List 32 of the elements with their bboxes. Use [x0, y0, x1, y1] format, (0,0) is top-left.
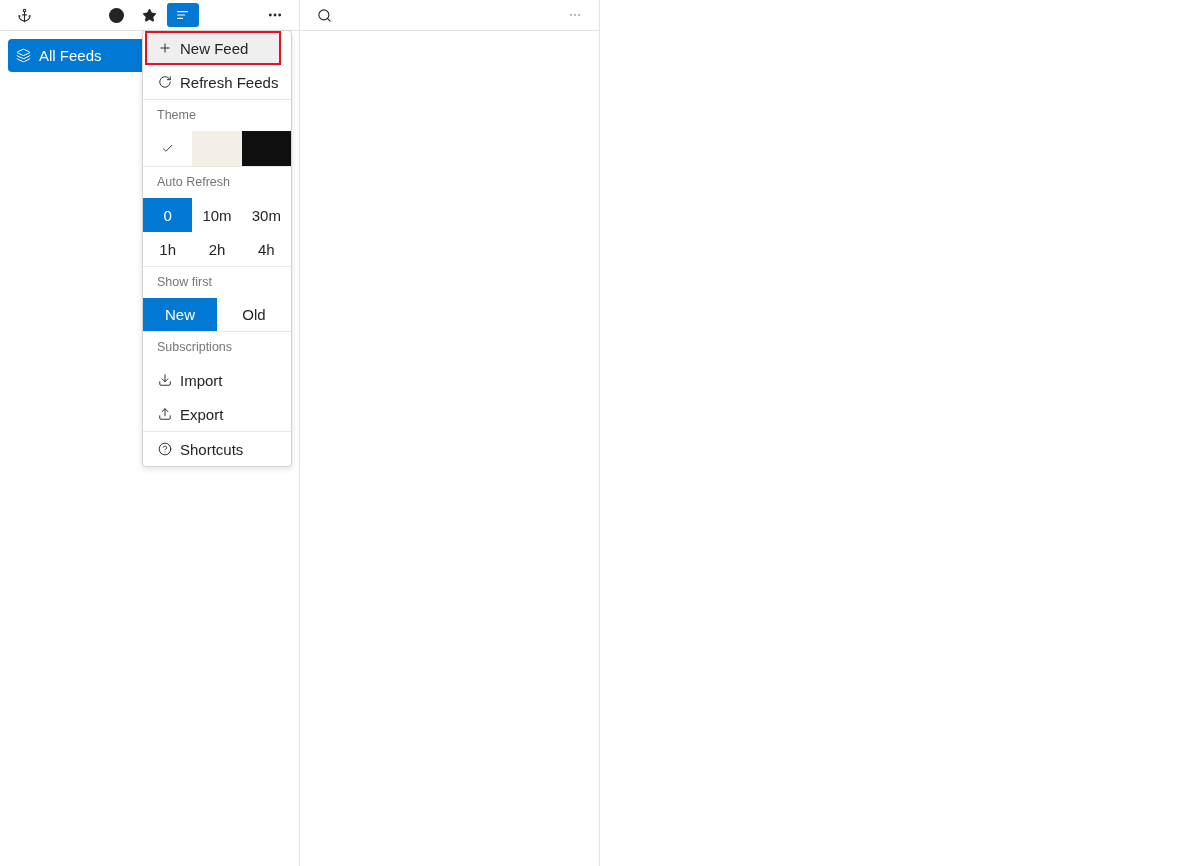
check-icon	[161, 142, 175, 155]
search-icon	[316, 7, 332, 23]
star-icon	[142, 7, 157, 23]
refresh-icon	[158, 75, 172, 89]
plus-icon	[158, 41, 172, 55]
lines-icon	[177, 11, 188, 19]
circle-icon	[109, 7, 124, 23]
theme-swatch[interactable]	[192, 131, 242, 166]
menu-item[interactable]: New Feed	[145, 31, 281, 65]
option-button[interactable]: 4h	[241, 232, 291, 266]
option-button[interactable]: 1h	[143, 232, 193, 266]
option-button[interactable]: New	[143, 298, 217, 331]
option-button[interactable]: 30m	[241, 198, 291, 232]
option-button[interactable]: Old	[217, 298, 291, 331]
feed-item[interactable]: All Feeds	[8, 39, 143, 72]
section-label: Show first	[156, 274, 213, 291]
layers-icon	[16, 48, 31, 63]
option-button[interactable]: 2h	[192, 232, 242, 266]
section-label: Auto Refresh	[156, 174, 231, 191]
section-label: Theme	[156, 107, 197, 124]
menu-item[interactable]: Refresh Feeds	[145, 65, 281, 99]
menu-item[interactable]: Import	[145, 363, 281, 397]
section-label: Subscriptions	[156, 339, 234, 356]
menu-item[interactable]: Export	[145, 397, 281, 431]
theme-swatch[interactable]	[241, 131, 291, 166]
option-button[interactable]: 10m	[192, 198, 242, 232]
menu-item[interactable]: Shortcuts	[145, 432, 281, 466]
anchor-icon	[16, 7, 32, 23]
upload-icon	[158, 407, 172, 421]
download-icon	[158, 373, 172, 387]
option-button[interactable]: 0	[143, 198, 193, 232]
help-icon	[158, 442, 172, 456]
